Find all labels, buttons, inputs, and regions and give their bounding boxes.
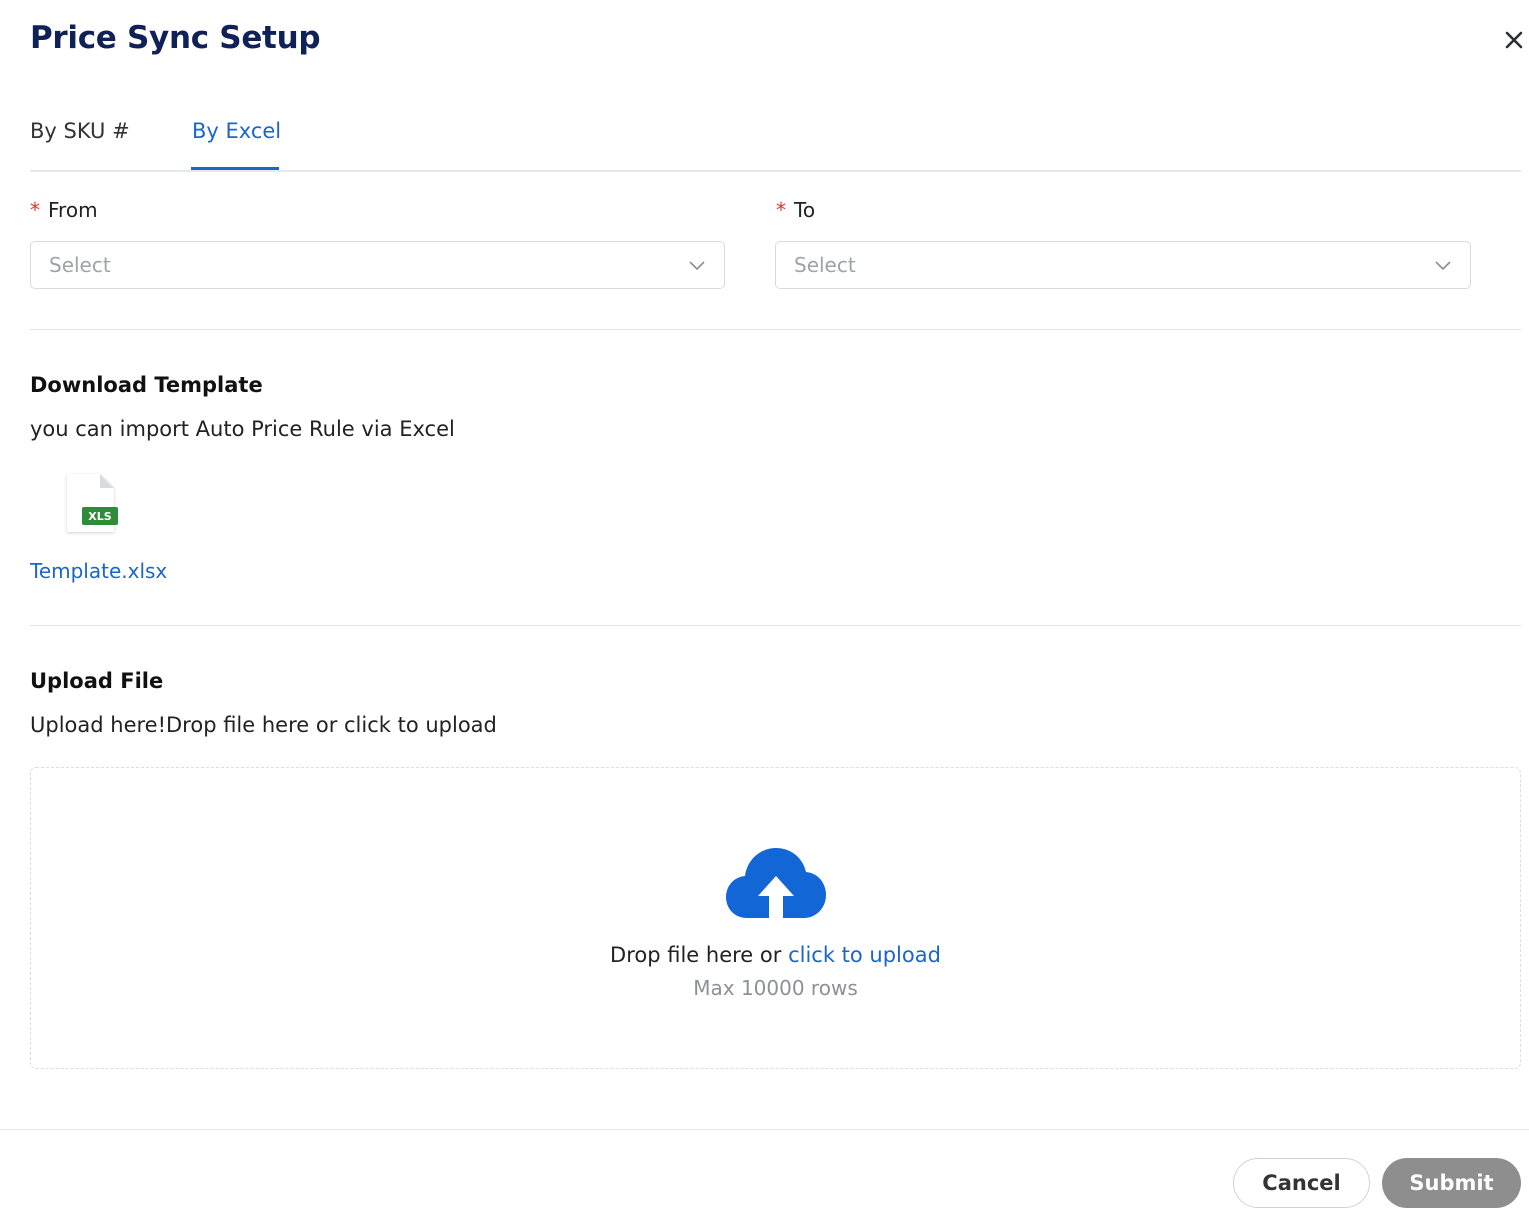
upload-dropzone[interactable]: Drop file here or click to upload Max 10… [30,767,1521,1069]
from-select[interactable]: Select [30,241,725,289]
close-button[interactable] [1500,26,1528,54]
chevron-down-icon [689,261,705,271]
section-divider [30,329,1521,330]
dialog-title: Price Sync Setup [30,20,321,56]
cancel-button[interactable]: Cancel [1233,1158,1370,1208]
click-to-upload-link[interactable]: click to upload [788,943,941,967]
to-select-placeholder: Select [794,253,856,277]
cloud-upload-icon [726,848,826,918]
section-divider [30,625,1521,626]
from-label: * From [30,196,98,224]
xls-badge-text: XLS [88,510,111,523]
close-icon [1505,31,1523,49]
from-label-text: From [48,198,98,222]
to-select[interactable]: Select [775,241,1471,289]
to-label-text: To [794,198,816,222]
active-tab-indicator [191,167,279,170]
template-download-link[interactable]: Template.xlsx [30,556,167,586]
row-limit-text: Max 10000 rows [693,976,858,1000]
to-label: * To [776,196,815,224]
required-mark: * [30,198,40,222]
required-mark: * [776,198,786,222]
from-select-placeholder: Select [49,253,111,277]
download-template-title: Download Template [30,373,263,397]
xls-file-icon[interactable]: XLS [62,470,122,536]
tab-by-excel[interactable]: By Excel [192,116,281,146]
footer-divider [0,1129,1529,1130]
download-template-description: you can import Auto Price Rule via Excel [30,417,455,441]
drop-text: Drop file here or [610,943,782,967]
drop-instruction: Drop file here or click to upload [31,940,1520,970]
tab-by-sku[interactable]: By SKU # [30,116,130,146]
upload-file-title: Upload File [30,669,164,693]
chevron-down-icon [1435,261,1451,271]
submit-button[interactable]: Submit [1382,1158,1521,1208]
upload-file-description: Upload here!Drop file here or click to u… [30,713,497,737]
tab-bar: By SKU # By Excel [30,106,1521,172]
